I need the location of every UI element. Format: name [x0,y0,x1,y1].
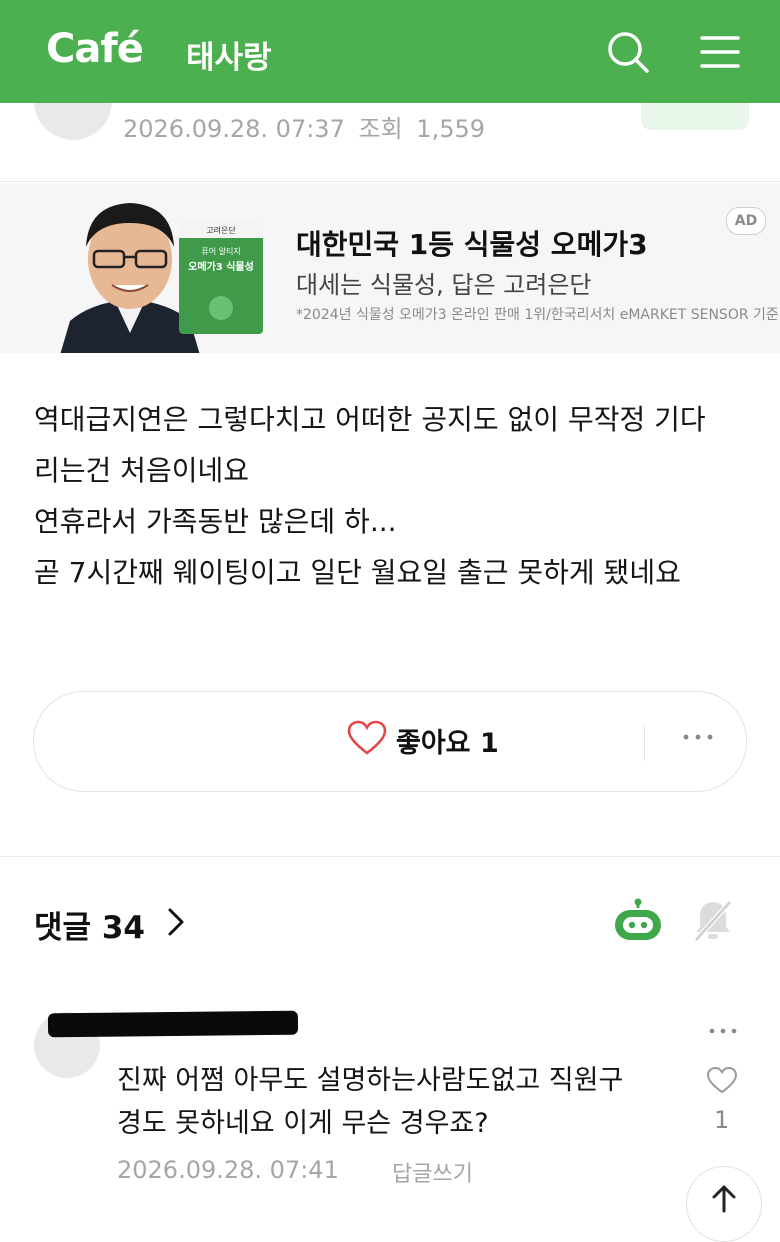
post-body-line: 역대급지연은 그렇다치고 어떠한 공지도 없이 무작정 기다 [34,403,706,436]
menu-icon[interactable] [700,34,740,70]
divider [0,856,780,857]
product-name-2: 오메가3 식물성 [188,260,254,273]
comment-date: 2026.09.28. 07:41 [117,1156,339,1184]
like-button[interactable]: 좋아요 1 [396,721,499,760]
chevron-right-icon[interactable] [166,906,186,938]
comment-like-count: 1 [714,1106,730,1134]
post-date: 2026.09.28. 07:37 [123,115,345,143]
arrow-up-icon [712,1185,736,1213]
post-body: 역대급지연은 그렇다치고 어떠한 공지도 없이 무작정 기다 리는건 처음이네요… [34,394,754,598]
app-header: Café 태사랑 [0,0,780,103]
post-meta: 2026.09.28. 07:37 조회 1,559 [123,109,491,144]
views-count: 1,559 [416,115,486,143]
ad-badge[interactable]: AD [726,207,766,235]
like-divider [644,725,645,761]
scroll-top-button[interactable] [686,1166,762,1242]
ad-title: 대한민국 1등 식물성 오메가3 [296,228,648,261]
heart-icon[interactable] [706,1066,738,1094]
more-icon[interactable] [708,1026,738,1036]
post-body-line: 곧 7시간째 웨이팅이고 일단 월요일 출근 못하게 됐네요 [34,556,681,589]
ad-subtitle: 대세는 식물성, 답은 고려은단 [296,271,592,299]
product-brand: 고려은단 [206,225,236,235]
ad-banner[interactable]: 고려은단 퓨어 알티지 오메가3 식물성 대한민국 1등 식물성 오메가3 대세… [0,183,780,353]
robot-icon[interactable] [612,898,664,942]
comments-header[interactable]: 댓글 34 [34,902,145,947]
product-name-1: 퓨어 알티지 [201,246,240,256]
comment-line: 진짜 어쩜 아무도 설명하는사람도없고 직원구 [117,1065,624,1096]
like-count: 1 [479,728,499,759]
views-label: 조회 [358,115,403,143]
cafe-name[interactable]: 태사랑 [186,32,272,77]
post-body-line: 연휴라서 가족동반 많은데 하... [34,505,397,538]
comment-line: 경도 못하네요 이게 무슨 경우죠? [117,1108,489,1139]
like-bar: 좋아요 1 [33,691,747,792]
redacted-commenter-name [47,1010,299,1038]
search-icon[interactable] [606,30,650,74]
post-body-line: 리는건 처음이네요 [34,454,249,487]
comments-title: 댓글 [34,910,92,946]
reply-button[interactable]: 답글쓰기 [392,1156,473,1188]
comments-count: 34 [101,910,145,946]
divider [0,181,780,182]
bell-off-icon[interactable] [692,898,734,942]
cafe-logo[interactable]: Café [46,26,144,72]
ad-product-box: 고려은단 퓨어 알티지 오메가3 식물성 [179,220,263,334]
comment-text: 진짜 어쩜 아무도 설명하는사람도없고 직원구 경도 못하네요 이게 무슨 경우… [117,1059,677,1145]
more-icon[interactable] [682,732,714,742]
ad-note: *2024년 식물성 오메가3 온라인 판매 1위/한국리서치 eMARKET … [296,307,779,323]
heart-icon[interactable] [347,720,387,756]
like-label: 좋아요 [396,728,471,759]
